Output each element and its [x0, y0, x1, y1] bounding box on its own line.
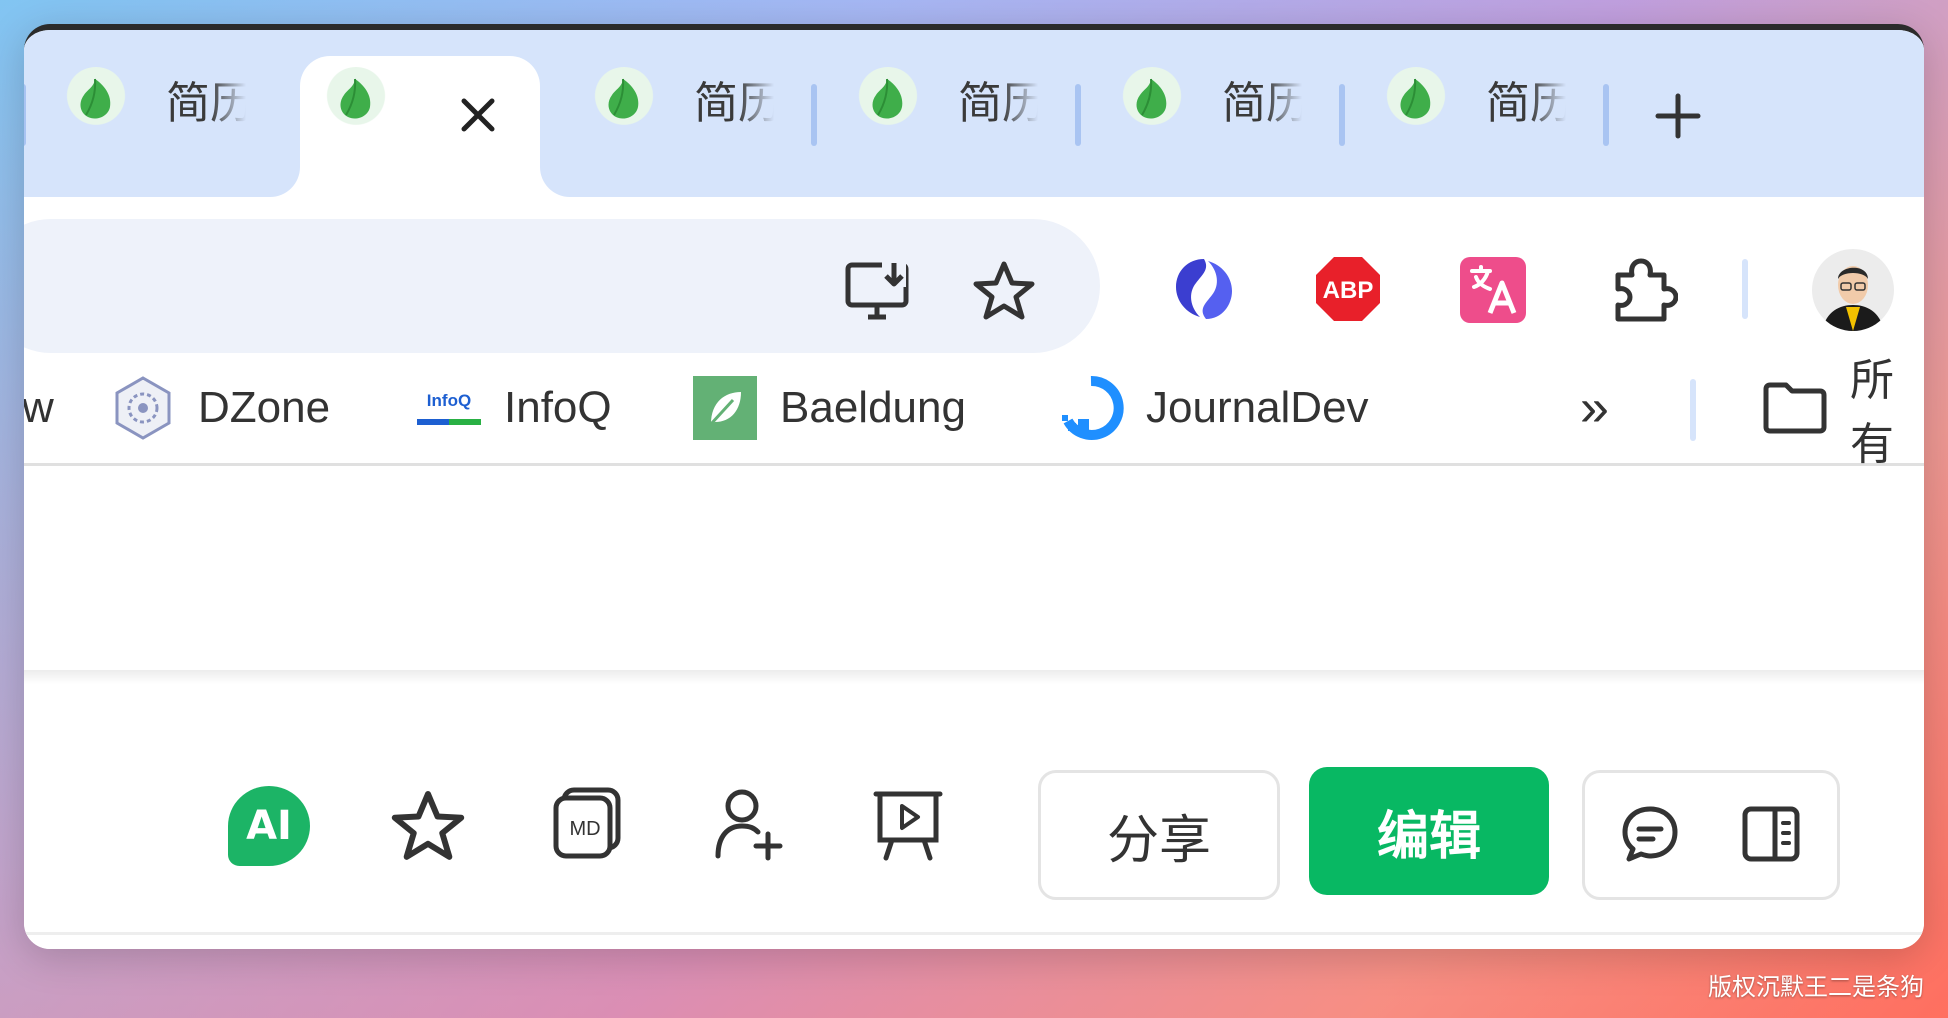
bottom-divider [24, 932, 1924, 935]
tab-3[interactable]: 简历 [592, 62, 774, 136]
dzone-logo-icon [110, 375, 176, 441]
toolbar-separator [1742, 259, 1748, 319]
tab-title: 简历 [1486, 79, 1566, 128]
folder-label: 所有 [1850, 355, 1894, 470]
sidebar-panel-icon[interactable] [1741, 803, 1801, 865]
address-bar[interactable] [24, 219, 1100, 353]
jianshu-favicon-icon [592, 67, 656, 131]
bookmarks-more-button[interactable]: » [1580, 353, 1609, 463]
tab-separator [811, 84, 817, 146]
bookmark-label: DZone [198, 383, 331, 432]
markdown-export-button[interactable]: MD [552, 786, 622, 860]
tab-title: 简历 [1222, 79, 1302, 128]
bookmark-label: InfoQ [504, 383, 612, 432]
adblock-plus-icon[interactable]: ABP [1314, 255, 1382, 323]
bookmark-infoq[interactable]: InfoQ InfoQ [416, 353, 612, 463]
presentation-icon[interactable] [870, 788, 946, 864]
infoq-underline [417, 419, 481, 425]
folder-icon [1762, 375, 1828, 441]
share-label: 分享 [1106, 810, 1211, 871]
tab-strip: 简历 简历 简历 简历 简历 [24, 30, 1924, 197]
install-app-icon[interactable] [844, 259, 914, 323]
page-content-area [24, 466, 1924, 673]
tab-separator [1603, 84, 1609, 146]
ai-label: AI [246, 803, 292, 849]
tab-6[interactable]: 简历 [1384, 62, 1566, 136]
tab-4[interactable]: 简历 [856, 62, 1038, 136]
new-tab-plus-icon[interactable] [1652, 90, 1704, 142]
infoq-logo-text: InfoQ [426, 391, 472, 410]
jianshu-favicon-icon [324, 67, 388, 131]
extensions-puzzle-icon[interactable] [1608, 255, 1678, 325]
bookmark-label: w [24, 383, 54, 432]
tab-5[interactable]: 简历 [1120, 62, 1302, 136]
tab-title: 简历 [166, 79, 246, 128]
tab-title: 简历 [958, 79, 1038, 128]
infoq-logo-icon: InfoQ [416, 375, 482, 441]
close-icon[interactable] [454, 91, 502, 139]
md-label: MD [569, 818, 601, 840]
bookmarks-separator [1690, 379, 1696, 441]
sider-extension-icon[interactable] [1170, 255, 1238, 323]
chevron-double-right-icon: » [1580, 379, 1609, 437]
ai-assistant-button[interactable]: AI [228, 786, 310, 866]
jianshu-favicon-icon [1384, 67, 1448, 131]
translate-extension-icon[interactable] [1460, 257, 1526, 323]
edit-button[interactable]: 编辑 [1309, 767, 1549, 895]
tab-2-active[interactable] [324, 62, 388, 136]
jianshu-favicon-icon [856, 67, 920, 131]
jianshu-favicon-icon [64, 67, 128, 131]
view-toggle-group [1582, 770, 1840, 900]
browser-window: 简历 简历 简历 简历 简历 ABP w DZone InfoQ InfoQ B… [24, 24, 1924, 949]
bookmark-partial[interactable]: w [24, 353, 54, 463]
jianshu-favicon-icon [1120, 67, 1184, 131]
tab-1[interactable]: 简历 [64, 62, 246, 136]
tab-separator [1075, 84, 1081, 146]
toolbar: ABP [24, 197, 1924, 353]
favorite-star-icon[interactable] [390, 788, 466, 864]
tab-separator [24, 84, 26, 146]
abp-text: ABP [1323, 277, 1374, 304]
bookmark-dzone[interactable]: DZone [110, 353, 330, 463]
baeldung-leaf-icon [692, 375, 758, 441]
tab-title: 简历 [694, 79, 774, 128]
bookmark-baeldung[interactable]: Baeldung [692, 353, 966, 463]
comment-icon[interactable] [1619, 803, 1681, 865]
bookmark-folder-all[interactable]: 所有 [1762, 353, 1924, 470]
bookmarks-bar: w DZone InfoQ InfoQ Baeldung JournalDev … [24, 353, 1924, 470]
edit-label: 编辑 [1376, 806, 1481, 867]
watermark-text: 版权沉默王二是条狗 [1708, 973, 1924, 1001]
share-button[interactable]: 分享 [1038, 770, 1280, 900]
bookmark-label: Baeldung [780, 383, 966, 432]
add-collaborator-icon[interactable] [712, 786, 788, 862]
journaldev-logo-icon [1058, 375, 1124, 441]
bookmark-label: JournalDev [1146, 383, 1369, 432]
star-icon[interactable] [972, 259, 1036, 323]
content-divider [24, 670, 1924, 684]
tab-separator [1339, 84, 1345, 146]
profile-avatar[interactable] [1812, 249, 1894, 331]
bookmark-journaldev[interactable]: JournalDev [1058, 353, 1369, 463]
